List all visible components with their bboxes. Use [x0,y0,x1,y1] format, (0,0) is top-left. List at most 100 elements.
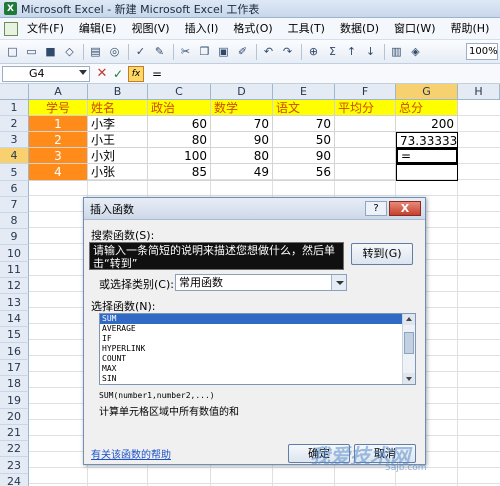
row-header[interactable]: 5 [0,164,29,181]
row-header[interactable]: 8 [0,213,29,229]
spelling-icon[interactable]: ✓ [132,43,149,60]
column-header[interactable]: G [396,84,458,100]
scroll-up-icon[interactable] [403,314,415,325]
header-cell[interactable]: 语文 [273,100,335,116]
chevron-down-icon[interactable] [331,275,346,290]
insert-function-button[interactable]: fx [128,65,144,82]
workbook-icon[interactable] [4,21,18,36]
category-select[interactable]: 常用函数 [175,274,347,291]
row-header[interactable]: 11 [0,262,29,278]
column-header[interactable]: A [29,84,88,100]
math-cell[interactable]: 49 [211,164,273,181]
column-header[interactable]: D [211,84,273,100]
menu-tools[interactable]: 工具(T) [282,20,331,38]
math-cell[interactable]: 80 [211,148,273,164]
chinese-cell[interactable]: 90 [273,148,335,164]
header-cell[interactable]: 政治 [148,100,211,116]
function-item[interactable]: MAX [100,364,415,374]
row-header[interactable]: 15 [0,327,29,343]
header-cell[interactable]: 平均分 [335,100,396,116]
function-list[interactable]: SUM AVERAGE IF HYPERLINK COUNT MAX SIN [99,313,416,385]
menu-help[interactable]: 帮助(H) [445,20,496,38]
print-preview-icon[interactable]: ◎ [106,43,123,60]
row-header[interactable]: 3 [0,132,29,148]
help-button[interactable]: ? [365,201,387,216]
row-header[interactable]: 21 [0,425,29,441]
sort-ascending-icon[interactable]: ↑ [343,43,360,60]
close-button[interactable]: X [389,201,421,216]
average-cell[interactable] [335,164,396,181]
average-cell[interactable] [335,132,396,148]
cancel-entry-icon[interactable]: ✕ [94,66,110,81]
header-cell[interactable]: 姓名 [88,100,148,116]
row-header[interactable]: 7 [0,197,29,213]
menu-format[interactable]: 格式(O) [227,20,278,38]
paste-icon[interactable]: ▣ [215,43,232,60]
row-header[interactable]: 4 [0,148,29,164]
row-header[interactable]: 2 [0,116,29,132]
chinese-cell[interactable]: 70 [273,116,335,132]
row-header[interactable]: 13 [0,294,29,311]
row-header[interactable]: 14 [0,311,29,327]
column-header[interactable]: F [335,84,396,100]
row-header[interactable]: 12 [0,278,29,294]
copy-icon[interactable]: ❐ [196,43,213,60]
column-header[interactable]: C [148,84,211,100]
menu-view[interactable]: 视图(V) [125,20,175,38]
goto-button[interactable]: 转到(G) [351,243,413,265]
row-header[interactable]: 24 [0,474,29,486]
average-cell[interactable] [335,116,396,132]
politics-cell[interactable]: 80 [148,132,211,148]
active-cell[interactable]: = [396,148,458,164]
cut-icon[interactable]: ✂ [177,43,194,60]
row-header[interactable]: 16 [0,343,29,360]
row-header[interactable]: 17 [0,360,29,376]
menu-insert[interactable]: 插入(I) [179,20,225,38]
math-cell[interactable]: 70 [211,116,273,132]
row-header[interactable]: 20 [0,409,29,425]
row-header[interactable]: 9 [0,229,29,245]
menu-data[interactable]: 数据(D) [334,20,385,38]
total-cell[interactable]: 73.33333 [396,132,458,148]
row-header[interactable]: 23 [0,457,29,474]
menu-file[interactable]: 文件(F) [21,20,70,38]
new-icon[interactable]: □ [4,43,21,60]
name-cell[interactable]: 小王 [88,132,148,148]
name-cell[interactable]: 小李 [88,116,148,132]
name-cell[interactable]: 小张 [88,164,148,181]
undo-icon[interactable]: ↶ [260,43,277,60]
name-box[interactable]: G4 [2,65,90,82]
math-cell[interactable]: 90 [211,132,273,148]
id-cell[interactable]: 1 [29,116,88,132]
id-cell[interactable]: 2 [29,132,88,148]
autosum-icon[interactable]: Σ [324,43,341,60]
sort-descending-icon[interactable]: ↓ [362,43,379,60]
search-input[interactable]: 请输入一条简短的说明来描述您想做什么，然后单击“转到” [89,242,344,270]
row-header[interactable]: 1 [0,100,29,116]
save-icon[interactable]: ■ [42,43,59,60]
total-cell[interactable] [396,164,458,181]
header-cell[interactable]: 学号 [29,100,88,116]
dialog-title-bar[interactable]: 插入函数 ? X [84,198,425,220]
redo-icon[interactable]: ↷ [279,43,296,60]
row-header[interactable]: 6 [0,181,29,197]
function-help-link[interactable]: 有关该函数的帮助 [91,446,171,461]
average-cell[interactable] [335,148,396,164]
column-header[interactable]: E [273,84,335,100]
function-item[interactable]: SIN [100,374,415,384]
permission-icon[interactable]: ◇ [61,43,78,60]
column-header[interactable]: H [458,84,500,100]
function-item[interactable]: SUM [100,314,415,324]
select-all-corner[interactable] [0,84,29,100]
function-item[interactable]: AVERAGE [100,324,415,334]
open-icon[interactable]: ▭ [23,43,40,60]
name-cell[interactable]: 小刘 [88,148,148,164]
id-cell[interactable]: 4 [29,164,88,181]
row-header[interactable]: 10 [0,245,29,262]
row-header[interactable]: 22 [0,441,29,457]
header-cell[interactable]: 总分 [396,100,458,116]
zoom-select[interactable]: 100% [466,43,498,60]
header-cell[interactable]: 数学 [211,100,273,116]
function-item[interactable]: IF [100,334,415,344]
id-cell[interactable]: 3 [29,148,88,164]
